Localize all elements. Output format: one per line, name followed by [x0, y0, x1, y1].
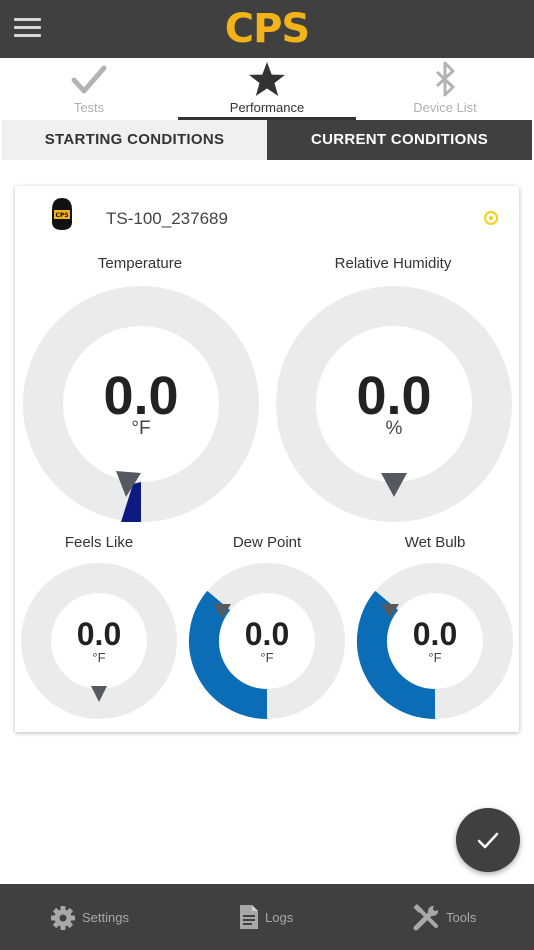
humidity-gauge: 0.0 % [275, 285, 513, 523]
settings-nav-button[interactable]: Settings [50, 884, 160, 950]
tab-bar: Tests Performance Device List [0, 58, 534, 120]
conditions-toggle: STARTING CONDITIONS CURRENT CONDITIONS [0, 120, 534, 160]
wet-bulb-gauge: 0.0 °F [356, 562, 514, 720]
feels-like-label: Feels Like [64, 534, 134, 551]
temperature-label: Temperature [97, 255, 183, 272]
thermal-sensor-device-icon: CPS [49, 196, 75, 237]
wet-bulb-unit: °F [428, 650, 442, 665]
tab-tests[interactable]: Tests [0, 58, 178, 120]
svg-text:CPS: CPS [55, 212, 68, 219]
device-card: CPS TS-100_237689 Temperature 0.0 °F Rel… [15, 186, 519, 732]
dew-point-gauge: 0.0 °F [188, 562, 346, 720]
current-conditions-button[interactable]: CURRENT CONDITIONS [267, 120, 532, 160]
starting-conditions-button[interactable]: STARTING CONDITIONS [2, 120, 267, 160]
dew-point-unit: °F [260, 650, 274, 665]
humidity-unit: % [385, 418, 403, 439]
tools-icon [413, 904, 438, 931]
app-logo: CPS [224, 6, 310, 52]
tab-performance-label: Performance [229, 100, 305, 115]
device-name: TS-100_237689 [106, 209, 228, 228]
gear-icon [51, 906, 75, 930]
dew-point-label: Dew Point [232, 534, 302, 551]
wet-bulb-label: Wet Bulb [404, 534, 466, 551]
star-icon [178, 60, 356, 105]
feels-like-gauge: 0.0 °F [20, 562, 178, 720]
tab-device-list-label: Device List [413, 100, 477, 115]
feels-like-unit: °F [92, 650, 106, 665]
connection-status-indicator [484, 211, 498, 225]
temperature-gauge: 0.0 °F [22, 285, 260, 523]
settings-label: Settings [82, 910, 129, 925]
temperature-unit: °F [131, 418, 151, 439]
feels-like-value: 0.0 [76, 616, 122, 652]
confirm-fab-button[interactable] [456, 808, 520, 872]
wet-bulb-value: 0.0 [412, 616, 458, 652]
tab-tests-label: Tests [73, 100, 105, 115]
tools-label: Tools [446, 910, 477, 925]
logs-label: Logs [265, 910, 294, 925]
check-icon [0, 60, 178, 105]
document-icon [240, 905, 258, 929]
dew-point-value: 0.0 [244, 616, 290, 652]
logs-nav-button[interactable]: Logs [239, 884, 319, 950]
checkmark-icon [477, 832, 499, 849]
bluetooth-icon [356, 60, 534, 105]
bottom-nav: Settings Logs Tools [0, 884, 534, 950]
tools-nav-button[interactable]: Tools [412, 884, 502, 950]
app-header: CPS [0, 0, 534, 58]
tab-device-list[interactable]: Device List [356, 58, 534, 120]
tab-performance[interactable]: Performance [178, 58, 356, 120]
humidity-label: Relative Humidity [334, 255, 452, 272]
